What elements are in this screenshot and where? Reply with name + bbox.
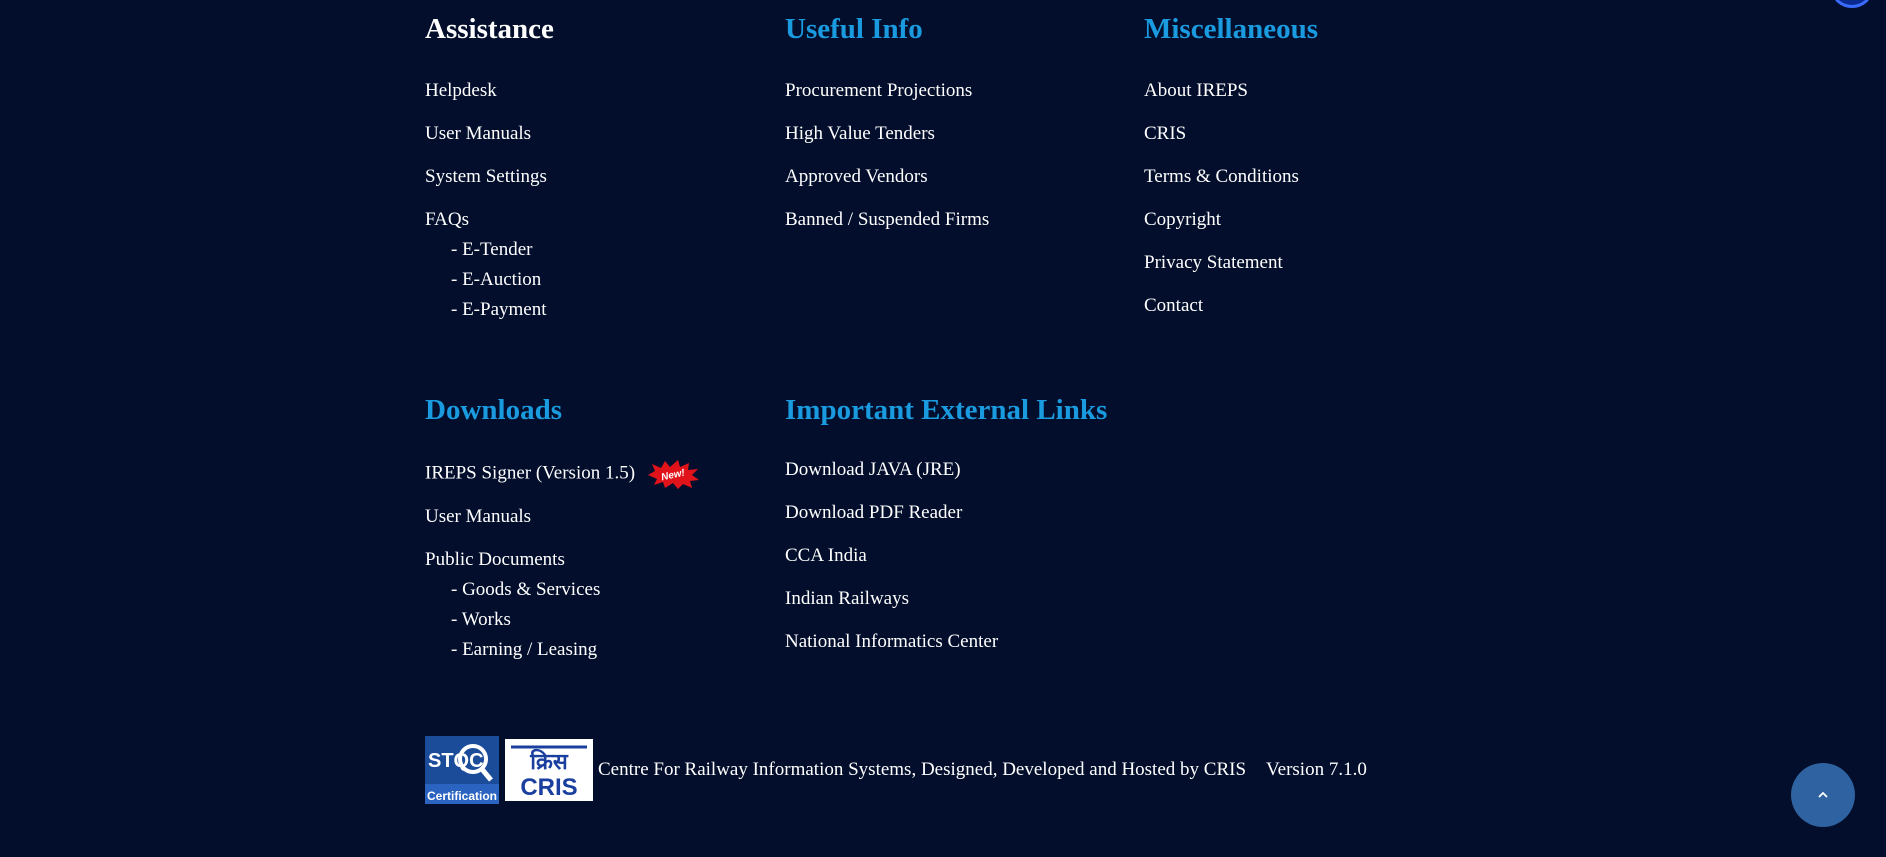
procurement-projections-link[interactable]: Procurement Projections <box>785 80 972 101</box>
approved-vendors-link[interactable]: Approved Vendors <box>785 166 928 187</box>
helpdesk-link[interactable]: Helpdesk <box>425 80 497 101</box>
download-pdf-reader-link[interactable]: Download PDF Reader <box>785 502 962 523</box>
cca-india-link[interactable]: CCA India <box>785 545 867 566</box>
version-text: Version 7.1.0 <box>1266 759 1367 780</box>
privacy-statement-link[interactable]: Privacy Statement <box>1144 252 1283 273</box>
faqs-link[interactable]: FAQs <box>425 209 469 230</box>
scroll-top-button[interactable] <box>1791 763 1855 827</box>
downloads-heading: Downloads <box>425 394 562 426</box>
faq-epayment-link[interactable]: - E-Payment <box>451 299 547 320</box>
faq-etender-link[interactable]: - E-Tender <box>451 239 532 260</box>
downloads-user-manuals-link[interactable]: User Manuals <box>425 506 531 527</box>
footer-page: Assistance Helpdesk User Manuals System … <box>0 0 1886 857</box>
user-manuals-link[interactable]: User Manuals <box>425 123 531 144</box>
cris-logo-hindi: क्रिस <box>529 748 569 775</box>
external-links-section: Important External Links Download JAVA (… <box>785 393 1125 653</box>
assistance-section: Assistance Helpdesk User Manuals System … <box>425 12 765 321</box>
public-documents-link[interactable]: Public Documents <box>425 549 565 570</box>
about-ireps-link[interactable]: About IREPS <box>1144 80 1248 101</box>
system-settings-link[interactable]: System Settings <box>425 166 547 187</box>
cris-link[interactable]: CRIS <box>1144 123 1186 144</box>
earning-leasing-link[interactable]: - Earning / Leasing <box>451 639 597 660</box>
cris-logo-text: CRIS <box>520 774 577 801</box>
useful-info-section: Useful Info Procurement Projections High… <box>785 12 1125 231</box>
footer-credit-text: Centre For Railway Information Systems, … <box>598 759 1247 780</box>
high-value-tenders-link[interactable]: High Value Tenders <box>785 123 935 144</box>
chevron-up-icon <box>1818 791 1828 798</box>
works-link[interactable]: - Works <box>451 609 511 630</box>
goods-services-link[interactable]: - Goods & Services <box>451 579 600 600</box>
downloads-section: Downloads IREPS Signer (Version 1.5) New… <box>425 393 765 661</box>
useful-info-heading: Useful Info <box>785 13 923 45</box>
ireps-signer-link[interactable]: IREPS Signer (Version 1.5) <box>425 462 635 483</box>
download-java-link[interactable]: Download JAVA (JRE) <box>785 459 961 480</box>
footer-credits: STQC Certification क्रिस CRIS Centre For… <box>425 736 1367 804</box>
copyright-link[interactable]: Copyright <box>1144 209 1221 230</box>
faq-eauction-link[interactable]: - E-Auction <box>451 269 541 290</box>
stqc-logo: STQC Certification <box>425 736 499 804</box>
cris-logo: क्रिस CRIS <box>505 739 593 801</box>
accessibility-widget-icon[interactable] <box>1832 0 1872 8</box>
stqc-logo-subtext: Certification <box>427 789 497 803</box>
contact-link[interactable]: Contact <box>1144 295 1203 316</box>
miscellaneous-heading: Miscellaneous <box>1144 13 1318 45</box>
assistance-heading: Assistance <box>425 13 554 45</box>
new-badge-icon: New! <box>647 460 699 489</box>
terms-link[interactable]: Terms & Conditions <box>1144 166 1299 187</box>
indian-railways-link[interactable]: Indian Railways <box>785 588 909 609</box>
stqc-logo-text: STQC <box>428 750 484 772</box>
external-links-heading: Important External Links <box>785 394 1108 426</box>
miscellaneous-section: Miscellaneous About IREPS CRIS Terms & C… <box>1144 12 1484 317</box>
nic-link[interactable]: National Informatics Center <box>785 631 998 652</box>
banned-firms-link[interactable]: Banned / Suspended Firms <box>785 209 989 230</box>
